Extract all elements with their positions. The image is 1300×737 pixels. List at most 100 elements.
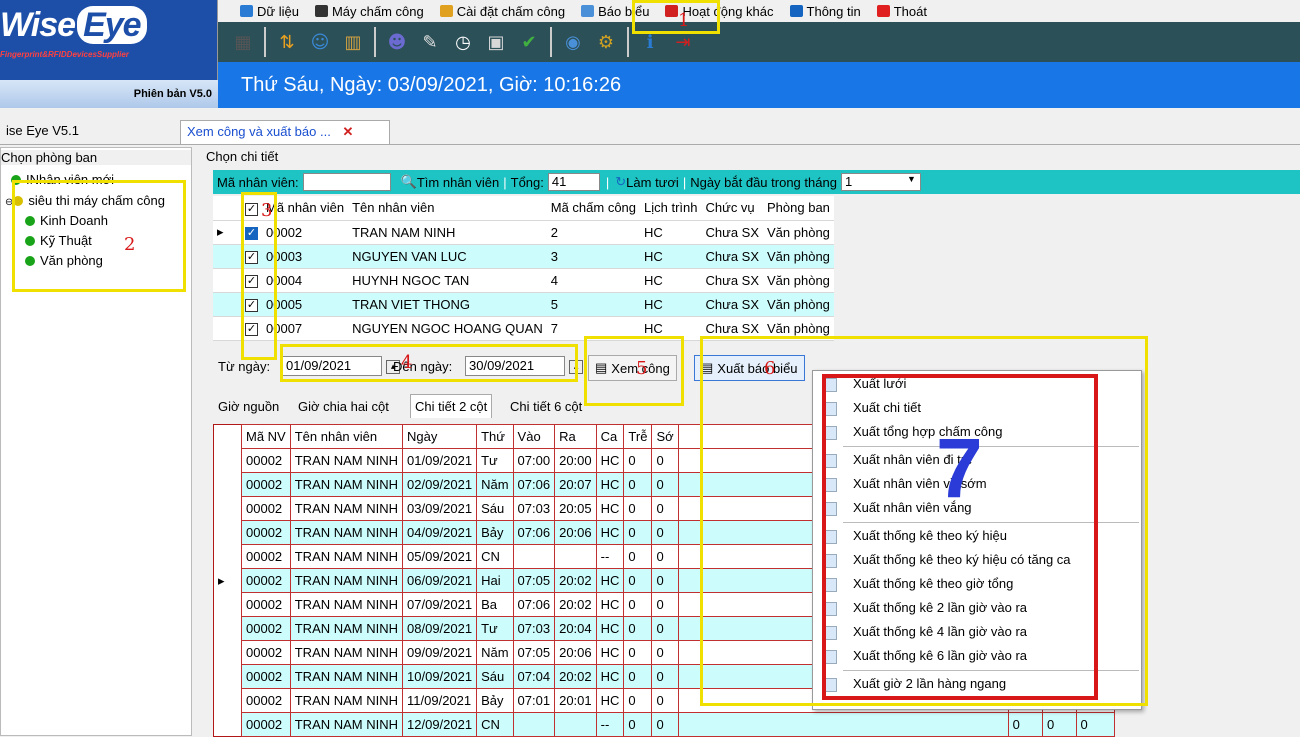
column-header[interactable]: Tên nhân viên bbox=[289, 424, 404, 449]
start-day-select[interactable]: 1 ▼ bbox=[840, 173, 921, 191]
search-report-icon[interactable]: ◉ bbox=[558, 27, 588, 57]
grid-cell: 01/09/2021 bbox=[402, 448, 478, 473]
tree-item-root[interactable]: ⊖ siêu thi máy chấm công bbox=[5, 193, 165, 208]
info-icon[interactable]: ℹ bbox=[635, 27, 665, 57]
menu-item-0[interactable]: Dữ liệu bbox=[232, 4, 307, 19]
doc-icon: ▤ bbox=[595, 360, 608, 375]
table-row[interactable]: ✓ 00004 HUYNH NGOC TAN 4 HC Chưa SX Văn phòng bbox=[213, 268, 834, 293]
staff-icon[interactable]: ☻ bbox=[382, 27, 412, 57]
calendar-spin-icon[interactable]: ▴ bbox=[569, 359, 584, 374]
grid-cell: 20:02 bbox=[554, 568, 597, 593]
column-header[interactable]: Chức vụ bbox=[701, 196, 764, 221]
column-header[interactable]: Sớ bbox=[651, 424, 679, 449]
table-row[interactable]: ✓ 00003 NGUYEN VAN LUC 3 HC Chưa SX Văn phòng bbox=[213, 244, 834, 269]
search-icon[interactable]: 🔍 bbox=[401, 174, 417, 190]
node-icon bbox=[25, 236, 35, 246]
export-report-button[interactable]: ▤ Xuất báo biểu bbox=[694, 355, 805, 381]
table-row[interactable]: ✓ 00005 TRAN VIET THONG 5 HC Chưa SX Văn phòng bbox=[213, 292, 834, 317]
menu-item-2[interactable]: Cài đặt chấm công bbox=[432, 4, 573, 19]
table-row[interactable]: ▸ ✓ 00002 TRAN NAM NINH 2 HC Chưa SX Văn phòng bbox=[213, 220, 834, 245]
table-cell: Văn phòng bbox=[763, 220, 834, 245]
chevron-down-icon: ▼ bbox=[907, 174, 916, 184]
chart-icon[interactable]: ▥ bbox=[338, 27, 368, 57]
menu-item-6[interactable]: Thoát bbox=[869, 4, 935, 19]
subtab-detail-6-col[interactable]: Chi tiết 6 cột bbox=[510, 399, 582, 414]
grid-cell: 05/09/2021 bbox=[402, 544, 478, 569]
refresh-icon[interactable]: ↻ bbox=[615, 174, 626, 190]
search-employee-button[interactable]: Tìm nhân viên bbox=[417, 175, 499, 190]
column-header[interactable]: Phòng ban bbox=[763, 196, 834, 221]
tree-item-new-staff[interactable]: INhân viên mới bbox=[11, 172, 114, 187]
grid-cell: HC bbox=[595, 616, 625, 641]
calendar-icon[interactable]: ▣ bbox=[481, 27, 511, 57]
device-icon[interactable]: ▦ bbox=[228, 27, 258, 57]
table-cell: NGUYEN VAN LUC bbox=[348, 244, 547, 269]
table-row[interactable]: ✓ 00007 NGUYEN NGOC HOANG QUAN 7 HC Chưa SX Vă… bbox=[213, 316, 834, 341]
row-indicator bbox=[213, 592, 242, 617]
grid-cell: 0 bbox=[651, 616, 679, 641]
menu-item-4[interactable]: Hoạt động khác bbox=[657, 4, 781, 19]
row-checkbox[interactable]: ✓ bbox=[241, 292, 262, 317]
column-header[interactable]: Thứ bbox=[476, 424, 514, 449]
row-checkbox[interactable]: ✓ bbox=[241, 268, 262, 293]
table-cell: 00007 bbox=[262, 316, 349, 341]
tab-home[interactable]: ise Eye V5.1 bbox=[0, 120, 85, 144]
clock-icon[interactable]: ◷ bbox=[448, 27, 478, 57]
sync-icon[interactable]: ⇅ bbox=[272, 27, 302, 57]
subtab-raw-time[interactable]: Giờ nguồn bbox=[218, 399, 279, 414]
users-icon[interactable]: ☺ bbox=[305, 27, 335, 57]
close-icon[interactable]: ✕ bbox=[342, 124, 353, 139]
column-header[interactable]: Ra bbox=[554, 424, 597, 449]
view-attendance-button[interactable]: ▤ Xem công bbox=[588, 355, 677, 381]
row-indicator bbox=[213, 640, 242, 665]
grid-cell: 07:06 bbox=[512, 472, 556, 497]
grid-cell: 0 bbox=[1007, 712, 1043, 737]
tree-item-van-phong[interactable]: Văn phòng bbox=[25, 253, 103, 268]
row-checkbox[interactable]: ✓ bbox=[241, 220, 262, 245]
grid-cell: HC bbox=[595, 520, 625, 545]
column-header[interactable]: Mã chấm công bbox=[546, 196, 641, 221]
grid-cell: 0 bbox=[651, 520, 679, 545]
subtab-two-column-time[interactable]: Giờ chia hai cột bbox=[298, 399, 389, 414]
column-header[interactable]: Trễ bbox=[623, 424, 653, 449]
start-day-label: Ngày bắt đầu trong tháng bbox=[690, 174, 837, 190]
menu-item-1[interactable]: Máy chấm công bbox=[307, 4, 432, 19]
row-checkbox[interactable]: ✓ bbox=[241, 316, 262, 341]
row-indicator: ▸ bbox=[213, 220, 241, 245]
column-header[interactable]: Tên nhân viên bbox=[348, 196, 547, 221]
column-header[interactable]: Vào bbox=[512, 424, 556, 449]
to-date-input[interactable]: 30/09/2021 ▴ bbox=[465, 356, 584, 376]
tree-item-kinh-doanh[interactable]: Kinh Doanh bbox=[25, 213, 108, 228]
grid-cell: 0 bbox=[1041, 712, 1077, 737]
check-icon[interactable]: ✔ bbox=[514, 27, 544, 57]
select-all-checkbox[interactable]: ✓ bbox=[241, 196, 262, 221]
subtab-detail-2-col[interactable]: Chi tiết 2 cột bbox=[410, 394, 493, 418]
user-settings-icon[interactable]: ⚙ bbox=[591, 27, 621, 57]
emp-id-input[interactable] bbox=[302, 173, 391, 191]
activity-icon bbox=[665, 5, 679, 17]
menu-item-3[interactable]: Báo biểu bbox=[573, 4, 657, 19]
grid-row[interactable]: 00002 TRAN NAM NINH 12/09/2021 CN -- 0 0 0 0 0 bbox=[213, 712, 1116, 737]
column-header[interactable]: Ca bbox=[595, 424, 625, 449]
grid-cell: 00002 bbox=[241, 592, 291, 617]
grid-cell: 09/09/2021 bbox=[402, 640, 478, 665]
tree-item-ky-thuat[interactable]: Kỹ Thuật bbox=[25, 233, 92, 248]
column-header[interactable]: Mã nhân viên bbox=[262, 196, 349, 221]
refresh-button[interactable]: Làm tươi bbox=[626, 175, 679, 190]
grid-cell: 07:06 bbox=[512, 592, 556, 617]
tab-attendance[interactable]: Xem công và xuất báo ... ✕ bbox=[180, 120, 390, 144]
detail-title: Chọn chi tiết bbox=[206, 149, 279, 164]
collapse-icon[interactable]: ⊖ bbox=[5, 197, 13, 208]
toolbar: ▦ ⇅ ☺ ▥ ☻ ✎ ◷ ▣ ✔ ◉ ⚙ ℹ ⇥ bbox=[218, 22, 1300, 62]
grid-cell: 07:04 bbox=[512, 664, 556, 689]
tree-item-label: Kỹ Thuật bbox=[40, 233, 92, 248]
column-header[interactable]: Lịch trình bbox=[640, 196, 702, 221]
node-icon bbox=[13, 196, 24, 206]
row-checkbox[interactable]: ✓ bbox=[241, 244, 262, 269]
menu-item-5[interactable]: Thông tin bbox=[782, 4, 869, 19]
column-header[interactable]: Mã NV bbox=[241, 424, 291, 449]
column-header[interactable]: Ngày bbox=[402, 424, 478, 449]
from-date-input[interactable]: 01/09/2021 ▴ bbox=[282, 356, 401, 376]
exit-icon[interactable]: ⇥ bbox=[668, 27, 698, 57]
edit-icon[interactable]: ✎ bbox=[415, 27, 445, 57]
